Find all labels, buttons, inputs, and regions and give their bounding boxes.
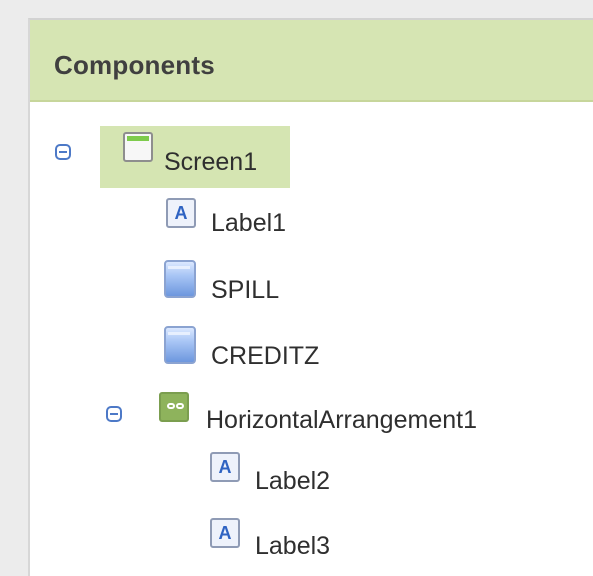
label-icon-glyph: A	[218, 457, 232, 477]
screen1-label[interactable]: Screen1	[164, 148, 257, 177]
label-icon: A	[210, 518, 240, 548]
label-icon-glyph: A	[218, 523, 232, 543]
components-panel: Components Screen1 A Label1 SPILL CREDIT…	[28, 18, 593, 576]
label-icon-glyph: A	[174, 203, 188, 223]
horizontal-arrangement-icon	[159, 392, 189, 422]
collapse-icon[interactable]	[106, 406, 122, 422]
label-icon: A	[166, 198, 196, 228]
horizontal-arrangement-label[interactable]: HorizontalArrangement1	[206, 406, 477, 435]
collapse-icon[interactable]	[55, 144, 71, 160]
panel-title: Components	[54, 50, 215, 80]
label1-label[interactable]: Label1	[211, 209, 286, 238]
top-background	[0, 0, 593, 18]
label2-label[interactable]: Label2	[255, 467, 330, 496]
creditz-label[interactable]: CREDITZ	[211, 342, 319, 371]
button-icon	[164, 326, 196, 364]
label3-label[interactable]: Label3	[255, 532, 330, 561]
spill-label[interactable]: SPILL	[211, 276, 279, 305]
label-icon: A	[210, 452, 240, 482]
screen-icon	[123, 132, 153, 162]
left-background	[0, 0, 28, 576]
button-icon	[164, 260, 196, 298]
components-header: Components	[30, 20, 593, 102]
